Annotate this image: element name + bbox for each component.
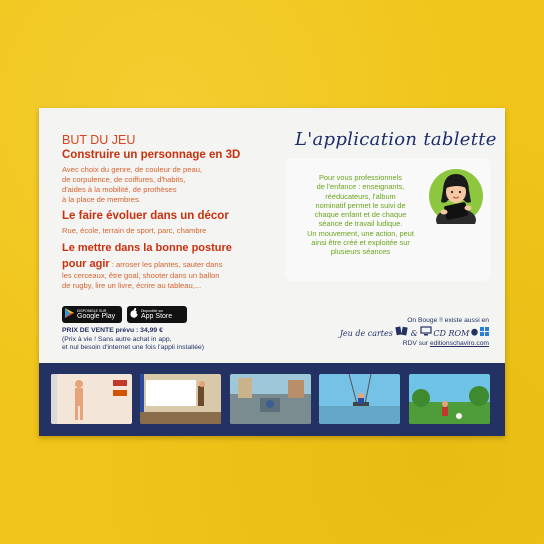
text-line: plusieurs séances [330, 247, 391, 257]
posture-text-start: : arroser les plantes, sauter dans [109, 260, 223, 269]
text-line: de rugby, lire un livre, écrire au table… [62, 281, 202, 290]
google-badge-label: Google Play [77, 312, 116, 320]
screenshots-band [39, 363, 505, 436]
heading-posture: Le mettre dans la bonne posture [62, 242, 232, 254]
google-play-icon [65, 308, 74, 321]
also-exists-text: On Bouge !! existe aussi en [407, 317, 489, 324]
screenshot-character [51, 374, 132, 424]
heading-posture-end: pour agir [62, 258, 110, 270]
text-line: de corpulence, de coiffures, d'habits, [62, 175, 186, 184]
rdv-line: RDV sur editionschaviro.com [289, 339, 489, 348]
scenery-text: Rue, école, terrain de sport, parc, cham… [62, 226, 207, 235]
app-store-badge[interactable]: Disponible sur App Store [127, 306, 187, 323]
apple-badge-label: App Store [141, 312, 173, 320]
text-line: ainsi être créé et exploitée sur [311, 238, 410, 248]
tablet-info-box: Pour vous professionnels de l'enfance : … [285, 158, 490, 281]
text-line: d'aides à la mobilité, de prothèses [62, 185, 177, 194]
windows-icon [480, 327, 489, 338]
screenshot-street [230, 374, 311, 424]
posture-text: les cerceaux, être goal, shooter dans un… [62, 271, 287, 291]
screenshot-classroom [140, 374, 221, 424]
text-line: Pour vous professionnels [319, 173, 402, 182]
text-line: Avec choix du genre, de couleur de peau, [62, 165, 203, 174]
posture-line: pour agir : arroser les plantes, sauter … [62, 255, 287, 271]
avatar-illustration [428, 168, 484, 232]
tablet-description: Pour vous professionnels de l'enfance : … [293, 173, 428, 257]
game-description: BUT DU JEU Construire un personnage en 3… [62, 133, 287, 291]
store-badges: DISPONIBLE SUR Google Play Disponible su… [62, 306, 187, 323]
text-line: à la place de membres. [62, 195, 141, 204]
website-link[interactable]: editionschaviro.com [430, 340, 489, 347]
ampersand: & [410, 329, 418, 338]
cdrom-label: CD ROM [433, 329, 470, 338]
text-line: les cerceaux, être goal, shooter dans un… [62, 271, 220, 280]
card-game-label: Jeu de cartes [339, 329, 393, 338]
section-title: BUT DU JEU [62, 133, 136, 147]
text-line: rééducateurs, l'album [325, 191, 396, 201]
apple-os-icon [471, 328, 480, 338]
price-note-line: (Prix à vie ! Sans autre achat in app, [62, 335, 172, 343]
app-title: L'application tablette [295, 129, 497, 150]
text-line: de l'enfance : enseignants, [316, 182, 405, 192]
screenshot-sports-field [409, 374, 490, 424]
formats-line: Jeu de cartes & CD ROM [289, 326, 489, 339]
text-line: séance de travail ludique. [318, 219, 403, 229]
heading-build-character: Construire un personnage en 3D [62, 149, 241, 161]
price-label: PRIX DE VENTE prévu : 34,99 € [62, 327, 163, 334]
computer-icon [419, 326, 434, 338]
apple-icon [130, 308, 139, 321]
rdv-text: RDV sur [402, 340, 429, 347]
text-line: Un mouvement, une action, peut [307, 228, 414, 238]
google-play-badge[interactable]: DISPONIBLE SUR Google Play [62, 306, 122, 323]
text-line: chaque enfant et de chaque [314, 210, 407, 220]
price-note-line: et nul besoin d'internet une fois l'appl… [62, 344, 205, 351]
text-line: nominatif permet le suivi de [315, 200, 406, 210]
flyer-card: BUT DU JEU Construire un personnage en 3… [39, 108, 505, 436]
build-character-text: Avec choix du genre, de couleur de peau,… [62, 165, 287, 205]
heading-scenery: Le faire évoluer dans un décor [62, 210, 229, 222]
screenshot-park-swing [319, 374, 400, 424]
other-formats: On Bouge !! existe aussi en Jeu de carte… [289, 316, 489, 348]
price-block: PRIX DE VENTE prévu : 34,99 € (Prix à vi… [62, 327, 282, 353]
cards-icon [395, 326, 411, 338]
